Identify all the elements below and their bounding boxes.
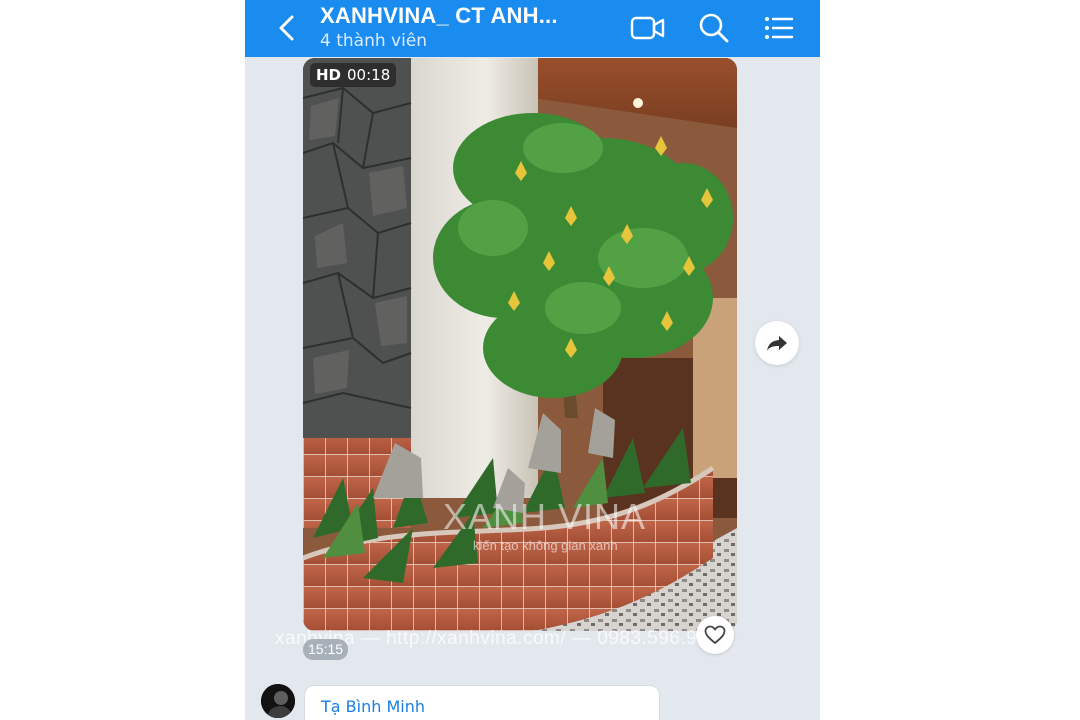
avatar-image bbox=[261, 684, 295, 718]
watermark-tagline: kiến tạo không gian xanh bbox=[473, 538, 618, 553]
forward-button[interactable] bbox=[755, 321, 799, 365]
sender-name[interactable]: Tạ Bình Minh bbox=[321, 697, 425, 716]
video-info-badge: HD 00:18 bbox=[310, 63, 397, 87]
video-quality-label: HD bbox=[316, 66, 342, 84]
forward-arrow-icon bbox=[767, 336, 787, 351]
video-message[interactable]: HD 00:18 XANH VINA kiến tạo không gian xa… bbox=[303, 58, 737, 631]
conversation-title[interactable]: XANHVINA_ CT ANH... bbox=[320, 3, 558, 29]
member-count[interactable]: 4 thành viên bbox=[320, 31, 427, 51]
search-icon bbox=[699, 13, 729, 43]
back-arrow-icon bbox=[279, 15, 294, 41]
chat-header: XANHVINA_ CT ANH... 4 thành viên bbox=[245, 0, 820, 57]
options-menu-button[interactable] bbox=[760, 11, 796, 45]
react-button[interactable] bbox=[696, 616, 734, 654]
watermark-title: XANH VINA bbox=[443, 496, 647, 537]
video-call-button[interactable] bbox=[630, 11, 666, 45]
message-time: 15:15 bbox=[303, 639, 349, 660]
message-bubble[interactable]: Tạ Bình Minh bbox=[304, 685, 660, 720]
video-duration: 00:18 bbox=[347, 66, 391, 84]
search-button[interactable] bbox=[696, 11, 732, 45]
video-call-icon bbox=[630, 16, 665, 40]
back-button[interactable] bbox=[269, 10, 305, 46]
avatar[interactable] bbox=[261, 684, 295, 718]
chat-screen: XANHVINA_ CT ANH... 4 thành viên HD 00:1… bbox=[245, 0, 820, 720]
menu-list-icon bbox=[765, 17, 794, 39]
heart-icon bbox=[704, 625, 726, 644]
